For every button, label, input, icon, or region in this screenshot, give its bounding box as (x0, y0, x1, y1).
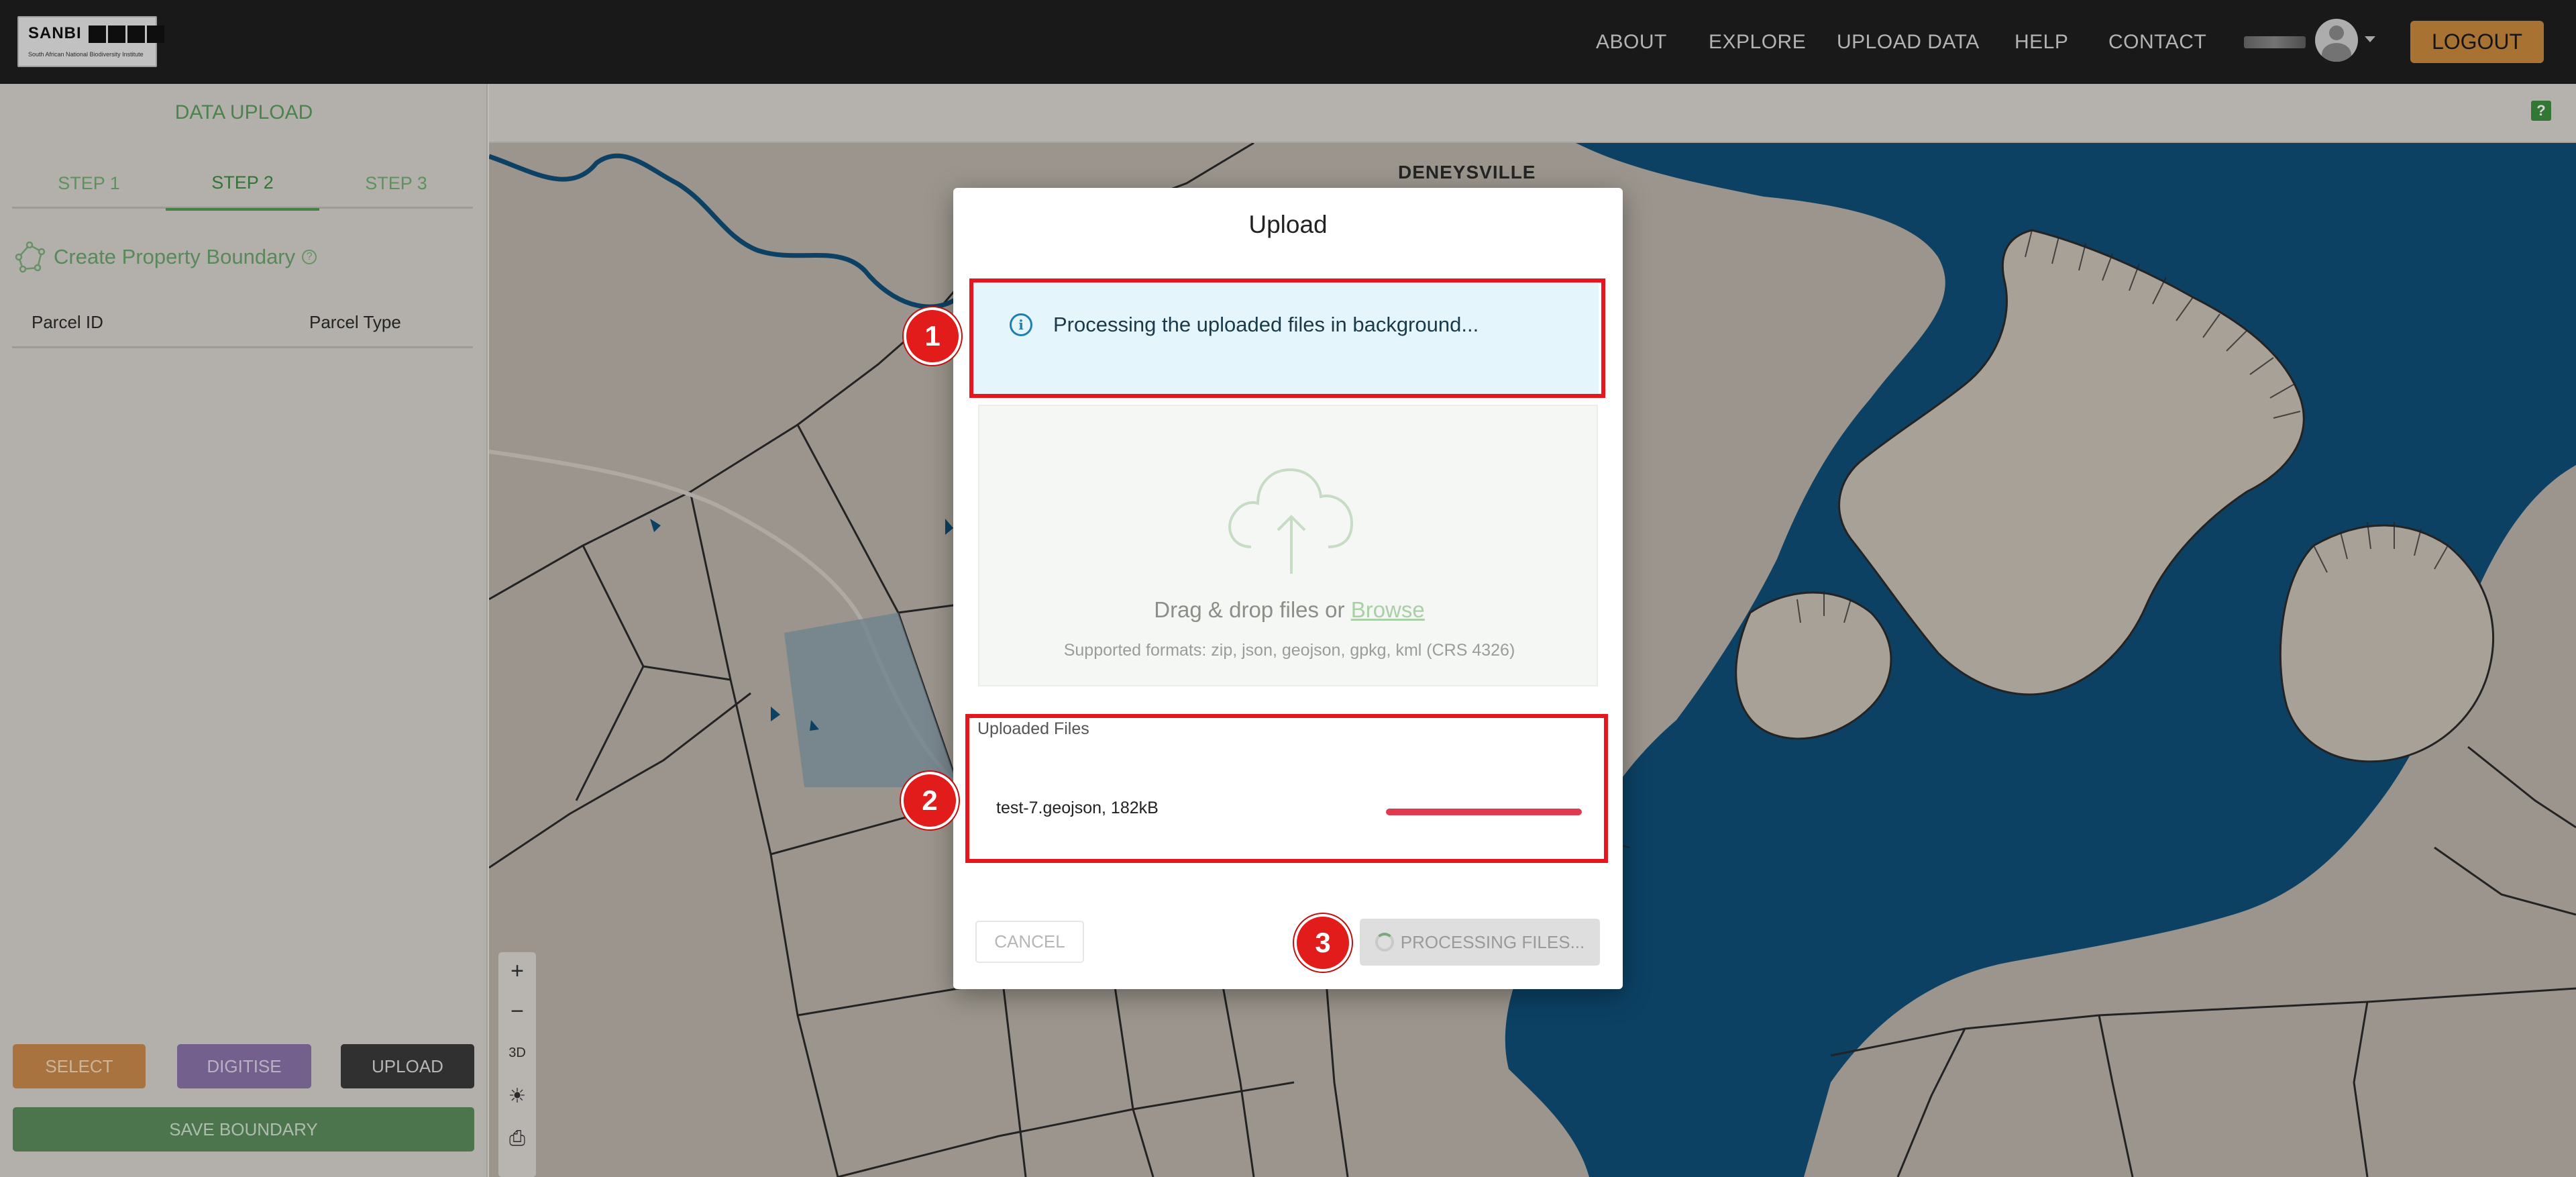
highlight-box-2 (965, 714, 1608, 863)
cancel-button[interactable]: CANCEL (975, 921, 1084, 963)
supported-formats: Supported formats: zip, json, geojson, g… (1063, 641, 1515, 660)
browse-link[interactable]: Browse (1351, 597, 1425, 622)
annotation-badge-2: 2 (901, 772, 959, 829)
highlight-box-1 (969, 278, 1605, 398)
file-dropzone[interactable]: Drag & drop files or Browse Supported fo… (978, 405, 1598, 686)
processing-files-button[interactable]: PROCESSING FILES... (1360, 919, 1600, 966)
processing-label: PROCESSING FILES... (1400, 931, 1585, 952)
modal-title: Upload (1248, 211, 1328, 238)
annotation-badge-3: 3 (1294, 914, 1352, 972)
drop-text: Drag & drop files or (1154, 597, 1351, 622)
cloud-upload-icon (1228, 468, 1354, 574)
drop-instructions: Drag & drop files or Browse (979, 597, 1599, 623)
annotation-badge-1: 1 (904, 307, 961, 365)
spinner-icon (1375, 933, 1394, 952)
